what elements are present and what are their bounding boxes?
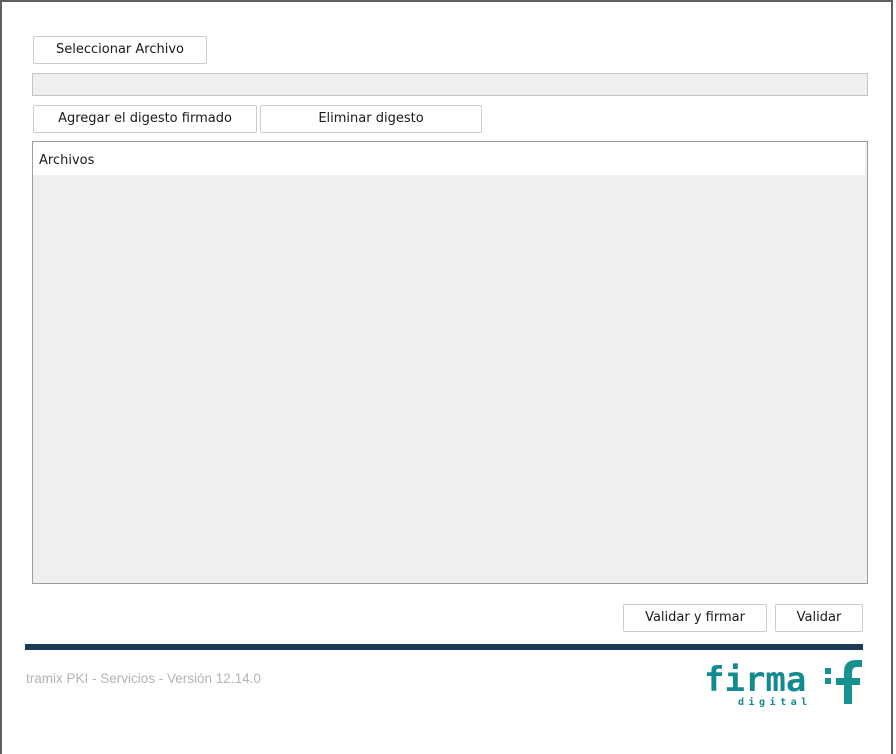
- validate-and-sign-button[interactable]: Validar y firmar: [623, 604, 767, 632]
- add-signed-digest-button[interactable]: Agregar el digesto firmado: [33, 105, 257, 133]
- firma-digital-logo: firma digital: [704, 660, 862, 708]
- logo-subword: digital: [738, 696, 812, 708]
- files-list-header: Archivos: [33, 142, 865, 175]
- file-path-field[interactable]: [32, 73, 868, 96]
- select-file-button[interactable]: Seleccionar Archivo: [33, 36, 207, 64]
- validate-button[interactable]: Validar: [775, 604, 863, 632]
- app-window: Seleccionar Archivo Agregar el digesto f…: [0, 0, 893, 754]
- files-list[interactable]: Archivos: [32, 141, 868, 584]
- version-text: tramix PKI - Servicios - Versión 12.14.0: [26, 671, 261, 686]
- logo-word: firma: [704, 660, 806, 700]
- logo-mark-icon: [825, 660, 862, 704]
- footer-divider: [25, 644, 863, 650]
- remove-digest-button[interactable]: Eliminar digesto: [260, 105, 482, 133]
